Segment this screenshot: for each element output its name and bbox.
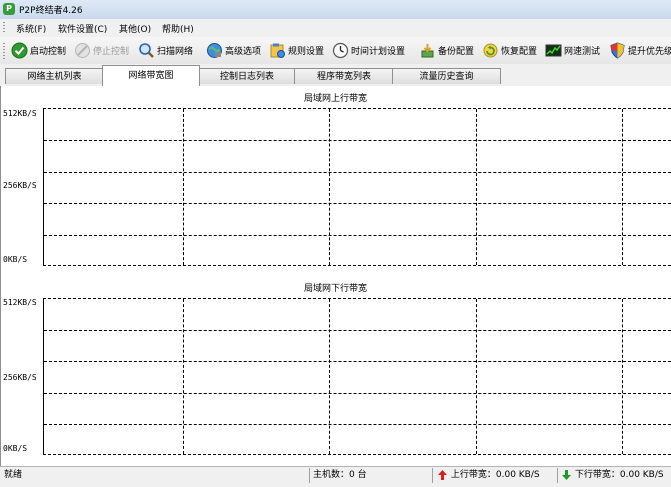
upload-ytick-min: 0KB/S — [3, 255, 28, 264]
speed-test-button[interactable]: 网速测试 — [545, 40, 600, 61]
upload-gridline-h3 — [44, 203, 671, 204]
download-gridline-h1 — [44, 330, 671, 331]
schedule-settings-label: 时间计划设置 — [351, 47, 406, 57]
upload-gridline-v3 — [476, 109, 477, 265]
download-gridline-v1 — [183, 299, 184, 454]
start-control-label: 启动控制 — [30, 47, 67, 57]
menu-help[interactable]: 帮助(H) — [162, 22, 194, 35]
menu-system[interactable]: 系统(F) — [16, 22, 46, 35]
speed-test-icon — [545, 44, 562, 57]
status-text: 就绪 — [4, 470, 23, 480]
upload-gridline-v1 — [183, 109, 184, 265]
advanced-options-icon — [207, 43, 222, 58]
priority-shield-icon — [610, 42, 625, 59]
upload-gridline-v2 — [329, 109, 330, 265]
speed-test-label: 网速测试 — [564, 47, 601, 57]
start-control-icon — [11, 42, 28, 59]
restore-config-icon — [483, 43, 498, 58]
tab-control-log[interactable]: 控制日志列表 — [198, 68, 296, 84]
upload-gridline-h2 — [44, 172, 671, 173]
download-rate: 下行带宽：0.00 KB/S — [561, 467, 664, 484]
upload-rate-label: 上行带宽：0.00 KB/S — [450, 470, 540, 480]
upload-ytick-mid: 256KB/S — [3, 181, 37, 190]
download-chart-plot — [43, 298, 671, 455]
download-gridline-v2 — [329, 299, 330, 454]
scan-network-button[interactable]: 扫描网络 — [138, 40, 193, 61]
download-gridline-v4 — [622, 299, 623, 454]
backup-config-button[interactable]: 备份配置 — [419, 40, 474, 61]
schedule-clock-icon — [332, 42, 349, 59]
download-gridline-v3 — [476, 299, 477, 454]
tab-program-bandwidth[interactable]: 程序带宽列表 — [294, 68, 394, 84]
upload-gridline-v4 — [622, 109, 623, 265]
restore-config-button[interactable]: 恢复配置 — [482, 40, 537, 61]
restore-config-label: 恢复配置 — [501, 47, 538, 57]
upload-chart-title: 局域网上行带宽 — [303, 94, 367, 104]
stop-control-label: 停止控制 — [93, 47, 130, 57]
upload-rate: 上行带宽：0.00 KB/S — [437, 467, 540, 484]
advanced-options-label: 高级选项 — [225, 47, 262, 57]
download-rate-label: 下行带宽：0.00 KB/S — [574, 470, 664, 480]
upload-chart-plot — [43, 108, 671, 266]
down-arrow-icon — [562, 469, 571, 480]
up-arrow-icon — [438, 469, 447, 480]
menu-grip — [3, 22, 5, 34]
app-icon: P — [3, 3, 15, 15]
rule-settings-button[interactable]: 规则设置 — [269, 40, 324, 61]
rule-settings-label: 规则设置 — [288, 47, 325, 57]
toolbar-grip — [3, 43, 5, 59]
raise-priority-button[interactable]: 提升优先级 — [609, 40, 671, 61]
download-gridline-h3 — [44, 393, 671, 394]
upload-gridline-h4 — [44, 235, 671, 236]
download-gridline-h2 — [44, 361, 671, 362]
upload-gridline-h1 — [44, 140, 671, 141]
upload-ytick-max: 512KB/S — [3, 109, 37, 118]
tab-network-hosts[interactable]: 网络主机列表 — [5, 68, 104, 84]
scan-network-icon — [139, 43, 154, 58]
window-title: P2P终结者4.26 — [19, 6, 83, 16]
stop-control-button[interactable]: 停止控制 — [74, 40, 129, 61]
raise-priority-label: 提升优先级 — [628, 47, 671, 57]
menu-software-settings[interactable]: 软件设置(C) — [58, 22, 107, 35]
host-count: 主机数：0 台 — [313, 470, 367, 480]
status-separator — [557, 468, 558, 483]
menu-other[interactable]: 其他(O) — [119, 22, 151, 35]
status-separator — [432, 468, 433, 483]
schedule-settings-button[interactable]: 时间计划设置 — [332, 40, 405, 61]
advanced-options-button[interactable]: 高级选项 — [206, 40, 261, 61]
download-ytick-mid: 256KB/S — [3, 373, 37, 382]
scan-network-label: 扫描网络 — [157, 47, 194, 57]
download-gridline-h4 — [44, 424, 671, 425]
download-ytick-max: 512KB/S — [3, 298, 37, 307]
backup-config-icon — [421, 44, 434, 58]
backup-config-label: 备份配置 — [438, 47, 475, 57]
download-chart-title: 局域网下行带宽 — [303, 284, 367, 294]
start-control-button[interactable]: 启动控制 — [11, 40, 66, 61]
download-ytick-min: 0KB/S — [3, 444, 28, 453]
tab-traffic-history[interactable]: 流量历史查询 — [392, 68, 501, 84]
tab-bandwidth-graph[interactable]: 网络带宽图 — [102, 65, 200, 86]
status-separator — [309, 468, 310, 483]
rule-settings-icon — [270, 43, 285, 58]
stop-control-icon — [75, 43, 90, 58]
title-bar — [0, 0, 671, 20]
